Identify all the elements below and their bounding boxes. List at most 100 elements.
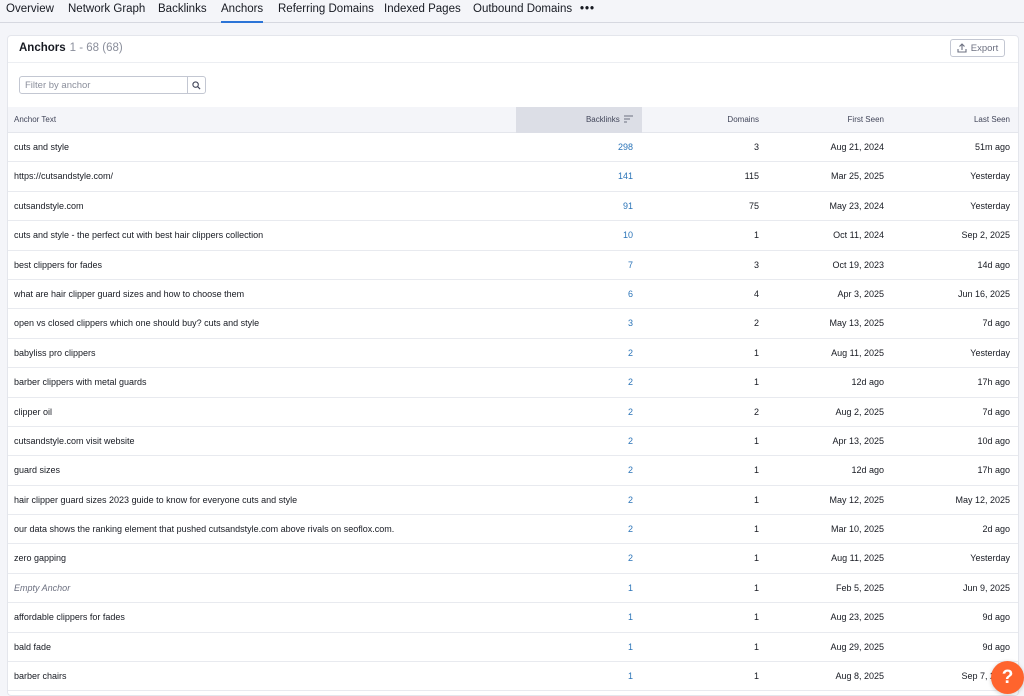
tab-network-graph[interactable]: Network Graph <box>68 0 145 18</box>
search-icon <box>192 80 201 90</box>
tab-anchors[interactable]: Anchors <box>221 0 264 23</box>
export-button[interactable]: Export <box>950 39 1005 57</box>
tab-backlinks[interactable]: Backlinks <box>158 0 207 18</box>
backlinks-count-link[interactable]: 2 <box>628 368 633 397</box>
tab-bar: Overview Network Graph Backlinks Anchors… <box>0 0 1024 23</box>
domains-count-cell: 1 <box>753 435 759 446</box>
last-seen-cell: 9d ago <box>982 612 1010 623</box>
tab-referring-domains[interactable]: Referring Domains <box>278 0 374 18</box>
table-row: our data shows the ranking element that … <box>8 515 1018 545</box>
first-seen-cell: Aug 11, 2025 <box>831 347 884 358</box>
help-button[interactable]: ? <box>991 661 1024 694</box>
backlinks-count-link[interactable]: 10 <box>623 221 633 250</box>
column-backlinks[interactable]: Backlinks <box>516 107 642 133</box>
domains-count-cell: 1 <box>753 524 759 535</box>
backlinks-count-link[interactable]: 298 <box>618 133 633 162</box>
first-seen-cell: Mar 10, 2025 <box>830 524 884 535</box>
anchor-text-cell: Empty Anchor <box>14 582 71 593</box>
first-seen-cell: Apr 13, 2025 <box>832 435 884 446</box>
anchor-text-cell: barber clippers with metal guards <box>14 377 147 388</box>
backlinks-count-link[interactable]: 141 <box>618 162 633 191</box>
backlinks-count-link[interactable]: 91 <box>623 192 633 221</box>
backlinks-count-link[interactable]: 2 <box>628 427 633 456</box>
backlinks-count-link[interactable]: 2 <box>628 515 633 544</box>
table-row: clipper oil 2 2 Aug 2, 2025 7d ago <box>8 398 1018 427</box>
last-seen-cell: 7d ago <box>982 318 1010 329</box>
table-row: https://cutsandstyle.com/141 115 Mar 25, 2… <box>8 162 1018 192</box>
more-tabs-button[interactable]: ••• <box>580 0 595 18</box>
tab-outbound-domains[interactable]: Outbound Domains <box>473 0 572 18</box>
backlinks-count-link[interactable]: 2 <box>628 544 633 573</box>
domains-count-cell: 75 <box>748 200 759 211</box>
column-backlinks-label: Backlinks <box>585 115 620 124</box>
backlinks-count-link[interactable]: 1 <box>628 603 633 632</box>
last-seen-cell: 7d ago <box>982 406 1010 417</box>
first-seen-cell: Oct 19, 2023 <box>832 259 884 270</box>
backlinks-count-link[interactable]: 2 <box>628 398 633 427</box>
first-seen-cell: May 23, 2024 <box>829 200 884 211</box>
anchors-table-body: cuts and style 298 3 Aug 21, 2024 51m ago htt… <box>8 133 1018 692</box>
last-seen-cell: Sep 2, 2025 <box>961 230 1010 241</box>
domains-count-cell: 1 <box>753 347 759 358</box>
backlinks-count-link[interactable]: 3 <box>628 309 633 338</box>
filter-input[interactable] <box>20 77 187 93</box>
search-button[interactable] <box>187 77 205 93</box>
backlinks-count-link[interactable]: 7 <box>628 251 633 280</box>
table-row: best clippers for fades 7 3 Oct 19, 2023 14d… <box>8 251 1018 280</box>
last-seen-cell: Yesterday <box>970 553 1010 564</box>
backlinks-count-link[interactable]: 1 <box>628 574 633 603</box>
backlinks-count-link[interactable]: 2 <box>628 456 633 485</box>
backlinks-count-link[interactable]: 1 <box>628 662 633 691</box>
panel-title-text: Anchors <box>19 42 66 54</box>
tab-indexed-pages[interactable]: Indexed Pages <box>384 0 461 18</box>
table-row: Empty Anchor 1 1 Feb 5, 2025 Jun 9, 2025 <box>8 574 1018 604</box>
last-seen-cell: Jun 9, 2025 <box>962 582 1010 593</box>
last-seen-cell: 17h ago <box>977 465 1010 476</box>
backlinks-count-link[interactable]: 2 <box>628 486 633 515</box>
anchor-text-cell: best clippers for fades <box>14 259 103 270</box>
backlinks-count-link[interactable]: 1 <box>628 633 633 662</box>
last-seen-cell: 51m ago <box>974 142 1010 152</box>
anchor-text-cell: affordable clippers for fades <box>14 612 125 623</box>
last-seen-cell: May 12, 2025 <box>955 494 1010 505</box>
domains-count-cell: 1 <box>753 641 759 652</box>
tab-overview[interactable]: Overview <box>6 0 54 18</box>
column-anchor-text[interactable]: Anchor Text <box>14 107 56 133</box>
anchor-filter <box>19 76 206 94</box>
table-row: barber clippers with metal guards 2 1 12d a… <box>8 368 1018 398</box>
domains-count-cell: 1 <box>753 377 759 388</box>
anchor-text-cell: bald fade <box>14 641 52 652</box>
table-row: cuts and style 298 3 Aug 21, 2024 51m ago <box>8 133 1018 163</box>
domains-count-cell: 1 <box>753 612 759 623</box>
panel-title: Anchors 1 - 68 (68) <box>19 42 123 54</box>
domains-count-cell: 1 <box>753 671 759 682</box>
column-first-seen[interactable]: First Seen <box>848 107 884 133</box>
last-seen-cell: 17h ago <box>977 377 1010 388</box>
table-row: hair clipper guard sizes 2023 guide to k… <box>8 486 1018 516</box>
column-domains[interactable]: Domains <box>727 107 759 133</box>
anchors-panel: Anchors1 - 68 (68) Export Anchor Text Ba… <box>7 35 1019 696</box>
first-seen-cell: Aug 8, 2025 <box>835 671 884 682</box>
domains-count-cell: 115 <box>744 171 759 182</box>
backlinks-count-link[interactable]: 6 <box>628 280 633 309</box>
column-last-seen[interactable]: Last Seen <box>974 107 1010 133</box>
anchor-text-cell: clipper oil <box>14 406 53 417</box>
first-seen-cell: 12d ago <box>851 465 884 476</box>
table-row: affordable clippers for fades 1 1 Aug 23, 2… <box>8 603 1018 633</box>
backlinks-count-link[interactable]: 2 <box>628 339 633 368</box>
domains-count-cell: 4 <box>753 288 759 299</box>
question-icon: ? <box>1001 666 1014 688</box>
domains-count-cell: 2 <box>753 318 759 329</box>
table-row: barber chairs 1 1 Aug 8, 2025 Sep 7, 2025 <box>8 662 1018 692</box>
last-seen-cell: Yesterday <box>970 347 1010 358</box>
first-seen-cell: Aug 29, 2025 <box>830 641 884 652</box>
table-row: cutsandstyle.com 91 75 May 23, 2024 Yesterda… <box>8 192 1018 222</box>
domains-count-cell: 1 <box>753 494 759 505</box>
anchor-text-cell: barber chairs <box>14 671 67 682</box>
last-seen-cell: Jun 16, 2025 <box>957 288 1010 299</box>
result-count: 1 - 68 (68) <box>69 42 123 54</box>
anchor-text-cell: cuts and style <box>14 142 70 152</box>
table-row: guard sizes 2 1 12d ago 17h ago <box>8 456 1018 486</box>
last-seen-cell: 9d ago <box>982 641 1010 652</box>
table-row: babyliss pro clippers 2 1 Aug 11, 2025 Yeste… <box>8 339 1018 369</box>
